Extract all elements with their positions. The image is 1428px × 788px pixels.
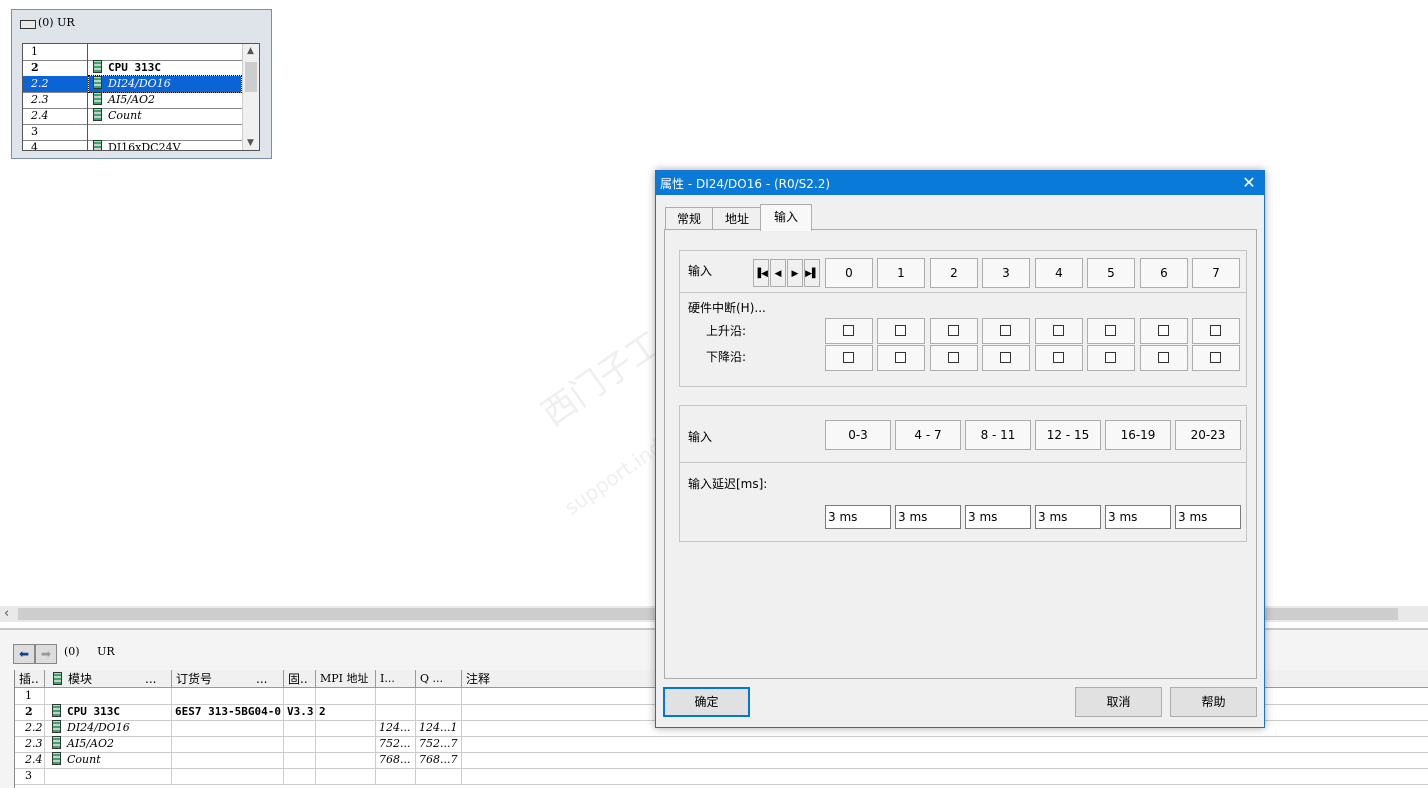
module-icon [52, 752, 61, 765]
rising-edge-label: 上升沿: [706, 324, 747, 338]
delay-field-0[interactable]: 3 ms [825, 505, 891, 529]
rack-row[interactable]: 2.4 Count [23, 108, 243, 125]
rising-checkbox-6[interactable] [1158, 325, 1169, 336]
falling-checkbox-5[interactable] [1105, 352, 1116, 363]
channel-4-button[interactable]: 4 [1035, 258, 1083, 288]
delay-field-2[interactable]: 3 ms [965, 505, 1031, 529]
delay-field-3[interactable]: 3 ms [1035, 505, 1101, 529]
table-row[interactable]: 2.4 Count 768... 768...7 [15, 752, 1428, 769]
last-icon[interactable]: ▶▌ [804, 259, 820, 287]
rack-row[interactable]: 1 [23, 44, 243, 61]
falling-checkbox-2[interactable] [948, 352, 959, 363]
cancel-button[interactable]: 取消 [1075, 687, 1162, 717]
falling-checkbox-7[interactable] [1210, 352, 1221, 363]
hw-interrupt-label: 硬件中断(H)... [688, 301, 766, 315]
tab-input[interactable]: 输入 [760, 204, 812, 231]
cpu-module-icon [52, 704, 61, 717]
back-arrow-icon[interactable]: ⬅ [13, 644, 35, 664]
next-icon[interactable]: ▶ [787, 259, 803, 287]
table-row[interactable]: 3 [15, 768, 1428, 785]
falling-checkbox-3[interactable] [1000, 352, 1011, 363]
group-20-23-button[interactable]: 20-23 [1175, 420, 1241, 450]
group-input-label: 输入 [688, 430, 713, 444]
channel-5-button[interactable]: 5 [1087, 258, 1135, 288]
delay-field-5[interactable]: 3 ms [1175, 505, 1241, 529]
help-button[interactable]: 帮助 [1170, 687, 1257, 717]
delay-field-1[interactable]: 3 ms [895, 505, 961, 529]
module-icon [93, 92, 102, 105]
col-module[interactable]: 模块... [45, 670, 172, 688]
module-icon [53, 672, 62, 685]
rack-row-selected[interactable]: 2.2 DI24/DO16 [23, 75, 243, 93]
col-slot[interactable]: 插.. [15, 670, 45, 688]
tab-general[interactable]: 常规 [665, 207, 713, 230]
col-mpi-address[interactable]: MPI 地址 [316, 670, 376, 688]
channel-0-button[interactable]: 0 [825, 258, 873, 288]
col-firmware[interactable]: 固.. [284, 670, 316, 688]
panel-title: (0) UR [64, 645, 115, 658]
table-row[interactable]: 2.3 AI5/AO2 752... 752...7 [15, 736, 1428, 753]
prev-icon[interactable]: ◀ [770, 259, 786, 287]
rack-row[interactable]: 2.3 AI5/AO2 [23, 92, 243, 109]
rising-checkbox-2[interactable] [948, 325, 959, 336]
channel-7-button[interactable]: 7 [1192, 258, 1240, 288]
rising-checkbox-4[interactable] [1053, 325, 1064, 336]
module-icon [93, 140, 102, 150]
delay-group: 输入 0-3 4 - 7 8 - 11 12 - 15 16-19 20-23 … [679, 405, 1247, 542]
forward-arrow-icon[interactable]: ➡ [35, 644, 57, 664]
module-icon [52, 720, 61, 733]
channel-1-button[interactable]: 1 [877, 258, 925, 288]
rack-row[interactable]: 3 [23, 124, 243, 141]
col-order-number[interactable]: 订货号... [172, 670, 284, 688]
channel-3-button[interactable]: 3 [982, 258, 1030, 288]
channel-2-button[interactable]: 2 [930, 258, 978, 288]
scroll-left-icon[interactable]: ‹ [4, 606, 9, 621]
channel-6-button[interactable]: 6 [1140, 258, 1188, 288]
falling-checkbox-0[interactable] [843, 352, 854, 363]
rising-checkbox-7[interactable] [1210, 325, 1221, 336]
tab-pane-input: 输入 ▐◀ ◀ ▶ ▶▌ 0 1 2 3 4 5 6 7 硬件中断(H)... … [664, 229, 1257, 679]
rack-table[interactable]: 1 2 CPU 313C 2.2 DI24/DO16 2.3 AI5/AO2 2.4 C… [22, 43, 260, 151]
group-0-3-button[interactable]: 0-3 [825, 420, 891, 450]
module-icon [93, 108, 102, 121]
falling-checkbox-4[interactable] [1053, 352, 1064, 363]
tab-address[interactable]: 地址 [712, 207, 762, 230]
dialog-title: 属性 - DI24/DO16 - (R0/S2.2) [660, 177, 831, 191]
cpu-module-icon [93, 60, 102, 73]
rack-window[interactable]: (0) UR 1 2 CPU 313C 2.2 DI24/DO16 2.3 AI5/A… [11, 9, 272, 159]
ok-button[interactable]: 确定 [663, 687, 750, 717]
rack-row[interactable]: 2 CPU 313C [23, 60, 243, 77]
properties-dialog[interactable]: 属性 - DI24/DO16 - (R0/S2.2) ✕ 常规 地址 输入 输入… [655, 170, 1265, 728]
scroll-thumb[interactable] [245, 62, 257, 92]
delay-field-4[interactable]: 3 ms [1105, 505, 1171, 529]
dialog-titlebar[interactable]: 属性 - DI24/DO16 - (R0/S2.2) ✕ [656, 171, 1264, 195]
group-16-19-button[interactable]: 16-19 [1105, 420, 1171, 450]
rising-checkbox-0[interactable] [843, 325, 854, 336]
scroll-up-icon[interactable]: ▲ [247, 46, 254, 56]
group-4-7-button[interactable]: 4 - 7 [895, 420, 961, 450]
falling-checkbox-6[interactable] [1158, 352, 1169, 363]
scroll-down-icon[interactable]: ▼ [247, 138, 254, 148]
falling-checkbox-1[interactable] [895, 352, 906, 363]
group-8-11-button[interactable]: 8 - 11 [965, 420, 1031, 450]
col-i-address[interactable]: I... [376, 670, 416, 688]
module-icon [52, 736, 61, 749]
rack-title: (0) UR [38, 16, 75, 29]
channel-group: 输入 ▐◀ ◀ ▶ ▶▌ 0 1 2 3 4 5 6 7 硬件中断(H)... … [679, 250, 1247, 387]
group-12-15-button[interactable]: 12 - 15 [1035, 420, 1101, 450]
rising-checkbox-3[interactable] [1000, 325, 1011, 336]
col-q-address[interactable]: Q ... [416, 670, 462, 688]
rack-vertical-scrollbar[interactable]: ▲ ▼ [242, 44, 259, 150]
rack-icon [20, 20, 36, 29]
rising-checkbox-1[interactable] [895, 325, 906, 336]
rack-row[interactable]: 4 DI16xDC24V [23, 140, 243, 150]
input-label: 输入 [688, 264, 713, 278]
close-icon[interactable]: ✕ [1239, 173, 1259, 193]
falling-edge-label: 下降沿: [706, 350, 747, 364]
module-icon [93, 76, 102, 89]
input-delay-label: 输入延迟[ms]: [688, 477, 768, 491]
rising-checkbox-5[interactable] [1105, 325, 1116, 336]
first-icon[interactable]: ▐◀ [753, 259, 769, 287]
